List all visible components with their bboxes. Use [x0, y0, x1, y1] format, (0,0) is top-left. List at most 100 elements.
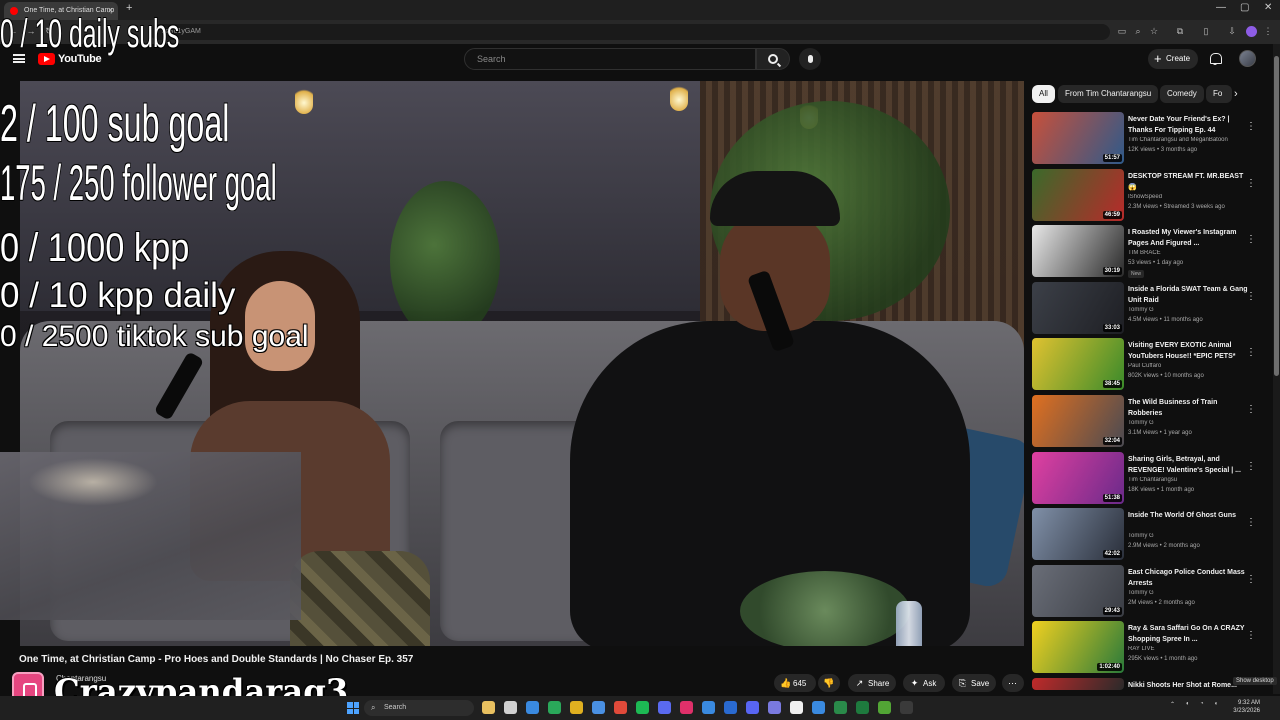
search-input[interactable]: Search — [464, 48, 756, 70]
tray-app-icon[interactable]: ◐ — [1186, 701, 1190, 707]
recommendation-channel[interactable]: Tommy G — [1128, 590, 1256, 596]
recommendation-title[interactable]: East Chicago Police Conduct Mass Arrests — [1128, 567, 1248, 589]
minimize-icon[interactable]: — — [1216, 2, 1226, 13]
video-thumbnail[interactable] — [1032, 678, 1124, 690]
create-button[interactable]: Create — [1148, 49, 1198, 69]
recommendation-item[interactable]: 38:45 Visiting EVERY EXOTIC Animal YouTub… — [1032, 338, 1272, 390]
recommendation-item[interactable]: 32:04 The Wild Business of Train Robberie… — [1032, 395, 1272, 447]
wifi-icon[interactable]: ◔ — [1200, 701, 1204, 707]
recommendation-channel[interactable]: TIM BRACE — [1128, 250, 1256, 256]
recommendation-title[interactable]: I Roasted My Viewer's Instagram Pages An… — [1128, 227, 1248, 249]
video-thumbnail[interactable]: 51:38 — [1032, 452, 1124, 504]
taskbar-clock[interactable]: 9:32 AM 3/23/2026 — [1228, 699, 1260, 715]
recommendation-title[interactable]: The Wild Business of Train Robberies — [1128, 397, 1248, 419]
recommendation-item[interactable]: 42:02 Inside The World Of Ghost Guns Tommy… — [1032, 508, 1272, 560]
k-app-icon[interactable] — [790, 701, 803, 714]
recommendation-channel[interactable]: Tommy G — [1128, 533, 1256, 539]
recommendation-channel[interactable]: IShowSpeed — [1128, 194, 1256, 200]
extensions-icon[interactable]: ⧉ — [1175, 26, 1185, 36]
more-vertical-icon[interactable] — [1246, 399, 1250, 411]
recommendation-title[interactable]: Never Date Your Friend's Ex? | Thanks Fo… — [1128, 114, 1248, 136]
recommendation-item[interactable]: 30:19 I Roasted My Viewer's Instagram Pag… — [1032, 225, 1272, 278]
close-window-icon[interactable]: ✕ — [1264, 2, 1272, 13]
video-thumbnail[interactable]: 1:02:40 — [1032, 621, 1124, 673]
search-button[interactable] — [756, 48, 790, 70]
video-thumbnail[interactable]: 51:57 — [1032, 112, 1124, 164]
cast-icon[interactable]: ▭ — [1117, 26, 1127, 36]
recommendation-item[interactable]: 51:57 Never Date Your Friend's Ex? | Than… — [1032, 112, 1272, 164]
recommendation-item[interactable]: 51:38 Sharing Girls, Betrayal, and REVENG… — [1032, 452, 1272, 504]
recommendation-item[interactable]: 33:03 Inside a Florida SWAT Team & Gang U… — [1032, 282, 1272, 334]
more-vertical-icon[interactable] — [1246, 456, 1250, 468]
more-vertical-icon[interactable] — [1246, 569, 1250, 581]
more-actions-button[interactable]: ⋯ — [1002, 674, 1024, 692]
downloads-icon[interactable]: ⇩ — [1227, 26, 1237, 36]
zoom-icon[interactable]: ⌕ — [1133, 26, 1143, 36]
discord-icon[interactable] — [746, 701, 759, 714]
volume-icon[interactable]: ◖ — [1214, 701, 1218, 707]
chip-comedy[interactable]: Comedy — [1160, 85, 1204, 103]
browser-menu-icon[interactable]: ⋮ — [1263, 26, 1273, 36]
more-vertical-icon[interactable] — [1246, 512, 1250, 524]
maximize-icon[interactable]: ▢ — [1240, 2, 1249, 13]
recommendation-channel[interactable]: Tommy G — [1128, 420, 1256, 426]
taskbar-search[interactable]: ⌕ Search — [364, 700, 474, 716]
tray-chevron-icon[interactable]: ⌃ — [1170, 701, 1175, 708]
more-vertical-icon[interactable] — [1246, 342, 1250, 354]
video-thumbnail[interactable]: 42:02 — [1032, 508, 1124, 560]
sidebar-icon[interactable]: ▯ — [1201, 26, 1211, 36]
tiktok-icon[interactable] — [680, 701, 693, 714]
store-icon[interactable] — [548, 701, 561, 714]
recommendation-title[interactable]: Inside a Florida SWAT Team & Gang Unit R… — [1128, 284, 1248, 306]
app-icon[interactable] — [900, 701, 913, 714]
like-button[interactable]: 👍 645 — [774, 674, 816, 692]
more-vertical-icon[interactable] — [1246, 173, 1250, 185]
video-thumbnail[interactable]: 46:59 — [1032, 169, 1124, 221]
vscode-icon[interactable] — [724, 701, 737, 714]
account-avatar[interactable] — [1239, 50, 1256, 67]
video-thumbnail[interactable]: 33:03 — [1032, 282, 1124, 334]
share-button[interactable]: ↗ Share — [848, 674, 896, 692]
recommendation-title[interactable]: Visiting EVERY EXOTIC Animal YouTubers H… — [1128, 340, 1248, 362]
excel-icon[interactable] — [834, 701, 847, 714]
windows-start-icon[interactable] — [347, 702, 359, 714]
recommendation-channel[interactable]: Tim Chantarangsu and MeganBatoon — [1128, 137, 1256, 143]
video-thumbnail[interactable]: 29:43 — [1032, 565, 1124, 617]
url-input[interactable]: YsGo1yGAM — [150, 24, 1110, 40]
video-thumbnail[interactable]: 32:04 — [1032, 395, 1124, 447]
video-thumbnail[interactable]: 30:19 — [1032, 225, 1124, 277]
browser-profile-avatar[interactable] — [1246, 26, 1257, 37]
recommendation-title[interactable]: Sharing Girls, Betrayal, and REVENGE! Va… — [1128, 454, 1248, 476]
save-button[interactable]: ⎘ Save — [952, 674, 996, 692]
recommendation-title[interactable]: Ray & Sara Saffari Go On A CRAZY Shoppin… — [1128, 623, 1248, 645]
taskview-icon[interactable] — [504, 701, 517, 714]
more-vertical-icon[interactable] — [1246, 116, 1250, 128]
more-vertical-icon[interactable] — [1246, 625, 1250, 637]
app-icon[interactable] — [812, 701, 825, 714]
recommendation-title[interactable]: DESKTOP STREAM FT. MR.BEAST 😱 — [1128, 171, 1248, 193]
recommendation-channel[interactable]: RAY LIVE — [1128, 646, 1256, 652]
ask-button[interactable]: ✦ Ask — [903, 674, 945, 692]
dislike-button[interactable]: 👎 — [818, 674, 840, 692]
chevron-right-icon[interactable]: › — [1234, 87, 1246, 101]
scrollbar-thumb[interactable] — [1274, 56, 1279, 376]
recommendation-channel[interactable]: Tommy G — [1128, 307, 1256, 313]
recommendation-item[interactable]: 1:02:40 Ray & Sara Saffari Go On A CRAZY … — [1032, 621, 1272, 673]
voice-search-button[interactable] — [799, 48, 821, 70]
chip-all[interactable]: All — [1032, 85, 1055, 103]
notifications-bell-icon[interactable] — [1209, 52, 1222, 65]
bookmark-star-icon[interactable]: ☆ — [1149, 26, 1159, 36]
app-icon[interactable] — [702, 701, 715, 714]
recommendation-title[interactable]: Inside The World Of Ghost Guns — [1128, 510, 1248, 521]
file-explorer-icon[interactable] — [482, 701, 495, 714]
chip-from-channel[interactable]: From Tim Chantarangsu — [1058, 85, 1159, 103]
steam-icon[interactable] — [658, 701, 671, 714]
xbox-icon[interactable] — [856, 701, 869, 714]
more-vertical-icon[interactable] — [1246, 229, 1250, 241]
recommendation-channel[interactable]: Tim Chantarangsu — [1128, 477, 1256, 483]
recommendation-item[interactable]: 29:43 East Chicago Police Conduct Mass Ar… — [1032, 565, 1272, 617]
chrome-icon[interactable] — [592, 701, 605, 714]
video-thumbnail[interactable]: 38:45 — [1032, 338, 1124, 390]
chip-more[interactable]: Fo — [1206, 85, 1232, 103]
minecraft-icon[interactable] — [878, 701, 891, 714]
